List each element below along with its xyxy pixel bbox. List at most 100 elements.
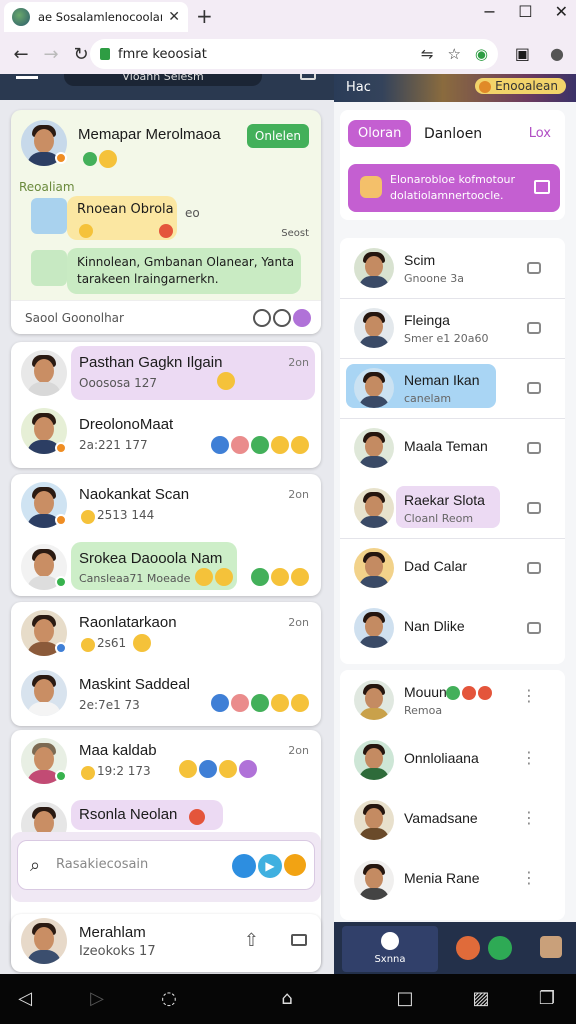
chat-card[interactable]: Pasthan Gagkn Ilgain Ooososa 127 2on Dre… [11,342,321,468]
person-row[interactable]: Vamadsane ⋮ [340,790,565,850]
nav-avatar-icon[interactable] [456,936,480,960]
star-icon[interactable]: ☆ [447,45,460,63]
contact-row-highlighted[interactable]: Neman Ikan canelam [340,358,565,418]
contact-row[interactable]: Dad Calar [340,538,565,598]
avatar [21,350,67,396]
chat-sub: 2e:7e1 73 [79,698,140,712]
contact-row[interactable]: Scim Gnoone 3a [340,238,565,298]
windows-icon[interactable]: ❐ [536,988,558,1010]
send-icon[interactable]: ▶ [258,854,282,878]
share-icon[interactable]: ⇧ [244,930,259,951]
window-controls: − ☐ ✕ [483,2,568,21]
minimize-icon[interactable]: − [483,2,496,21]
contact-row[interactable]: Fleinga Smer e1 20a60 [340,298,565,358]
contact-sub: Gnoone 3a [404,272,464,285]
recent-apps-icon[interactable]: □ [394,988,416,1010]
segment-link[interactable]: Lox [529,126,551,141]
address-bar[interactable]: fmre keoosiat ⇋ ☆ ◉ [90,39,498,69]
chat-name: DreolonoMaat [79,416,174,433]
extension-icon[interactable]: ◉ [475,45,488,63]
window-icon[interactable] [527,322,541,334]
window-icon[interactable] [527,382,541,394]
notice-text: Elonarobloe kofmotour dolatiolamnertoocl… [390,173,516,202]
window-icon[interactable] [527,442,541,454]
segment-card: Oloran Danloen Lox Elonarobloe kofmotour… [340,110,565,220]
header-badge[interactable]: Enooalean [475,78,566,94]
contact-row[interactable]: Nan Dlike [340,598,565,658]
avatar [354,368,394,408]
back-icon[interactable]: ◁ [14,988,36,1010]
right-bottom-nav: Sxnna [334,922,576,974]
chat-name: Maskint Saddeal [79,676,190,693]
badge-label: Enooalean [495,79,558,93]
emoji-icon[interactable] [284,854,306,876]
contact-row[interactable]: Maala Teman [340,418,565,478]
avatar [21,918,67,964]
browser-tab[interactable]: ae Sosalamlenocoolam ✕ [4,2,188,32]
translate-icon[interactable]: ⇋ [421,45,434,63]
nav-leaf-icon[interactable] [488,936,512,960]
status-dot [55,152,67,164]
person-row[interactable]: Onnloliaana ⋮ [340,730,565,790]
reaction-icons [81,148,117,168]
segment-other[interactable]: Danloen [424,126,482,142]
forward-icon[interactable]: ▷ [86,988,108,1010]
window-icon[interactable] [527,562,541,574]
person-name: Onnloliaana [404,750,479,766]
more-icon[interactable]: ⋮ [521,808,537,827]
more-icon[interactable]: ⋮ [521,868,537,887]
avatar [354,488,394,528]
chat-card[interactable]: Raonlatarkaon 2s61 2on Maskint Saddeal 2… [11,602,321,726]
nav-profile-icon[interactable] [540,936,562,958]
more-icon[interactable]: ⋮ [521,748,537,767]
contact-row[interactable]: Raekar Slota Cloanl Reom [340,478,565,538]
footer-text: Saool Goonolhar [25,311,124,325]
tab-title: ae Sosalamlenocoolam [38,10,163,24]
chat-name: Srokea Daooola Nam [79,550,223,567]
contact-name: Raekar Slota [404,492,485,508]
avatar [354,608,394,648]
profile-icon[interactable]: ● [550,44,564,63]
sidepanel-icon[interactable]: ▣ [515,44,530,63]
voice-icon[interactable] [232,854,256,878]
window-icon[interactable] [291,934,307,946]
online-button[interactable]: Onlelen [246,124,309,148]
nav-item-active[interactable]: Sxnna [342,926,438,972]
arrow-right-icon[interactable]: → [36,44,66,65]
avatar [354,680,394,720]
sticker-icon [31,250,67,286]
chat-sub: 2s61 [97,636,127,650]
window-icon[interactable] [527,502,541,514]
contact-sub: Cloanl Reom [404,512,474,525]
chat-icon[interactable]: ◌ [158,988,180,1010]
arrow-left-icon[interactable]: ← [6,44,36,65]
message-text: Kinnolean, Gmbanan Olanear, Yanta tarake… [77,255,295,286]
person-row[interactable]: Menia Rane ⋮ [340,850,565,910]
close-window-icon[interactable]: ✕ [555,2,568,21]
people-list: Mouun Remoa ⋮ Onnloliaana ⋮ Vamadsane ⋮ … [340,670,565,920]
close-tab-icon[interactable]: ✕ [168,9,180,25]
chat-card[interactable]: Naokankat Scan 2513 144 2on Srokea Daooo… [11,474,321,596]
window-icon[interactable] [527,262,541,274]
notice-banner[interactable]: Elonarobloe kofmotour dolatiolamnertoocl… [348,164,560,212]
featured-chat-card[interactable]: Memapar Merolmaoa Onlelen Reoaliam Rnoea… [11,110,321,334]
chat-name: Maa kaldab [79,742,157,759]
menu-icon[interactable] [16,76,38,79]
home-icon[interactable]: ⌂ [276,988,298,1010]
avatar [354,740,394,780]
maximize-icon[interactable]: ☐ [518,2,532,21]
compose-icon[interactable] [300,74,316,80]
contact-name: Maala Teman [404,438,488,454]
chat-sub: Izeokoks 17 [79,944,156,959]
new-tab-icon[interactable]: + [196,4,213,28]
segment-active[interactable]: Oloran [348,120,412,147]
search-input[interactable]: ⌕ Rasakiecosain ▶ [17,840,315,890]
person-row[interactable]: Mouun Remoa ⋮ [340,670,565,730]
chat-name: Pasthan Gagkn Ilgain [79,354,223,371]
gallery-icon[interactable]: ▨ [470,988,492,1010]
notice-action-icon[interactable] [534,180,550,194]
window-icon[interactable] [527,622,541,634]
footer-chat-card[interactable]: Merahlam Izeokoks 17 ⇧ [11,914,321,972]
more-icon[interactable]: ⋮ [521,686,537,705]
contact-sub: canelam [404,392,452,405]
